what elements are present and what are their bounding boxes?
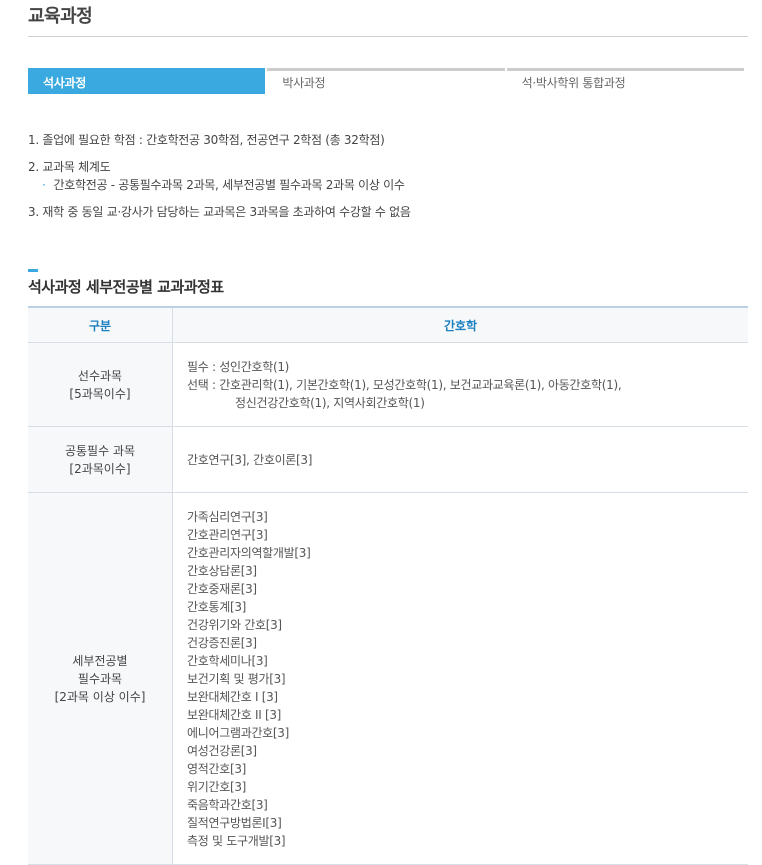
row-category: 공통필수 과목 [2과목이수] — [28, 426, 173, 493]
note-limit: 3. 재학 중 동일 교·강사가 담당하는 교과목은 3과목을 초과하여 수강할… — [28, 205, 411, 219]
course-item: 위기간호[3] — [187, 779, 247, 794]
section-title: 석사과정 세부전공별 교과과정표 — [28, 278, 224, 296]
course-item: 보완대체간호 I [3] — [187, 689, 278, 704]
course-item: 보완대체간호 II [3] — [187, 707, 282, 722]
category-line: 선수과목 — [77, 368, 123, 383]
tab-doctoral[interactable]: 박사과정 — [267, 68, 505, 94]
curriculum-table: 구분 간호학 선수과목 [5과목이수] 필수 : 성인간호학(1) 선택 : 간… — [28, 306, 748, 865]
note-curriculum-sub: · 간호학전공 - 공통필수과목 2과목, 세부전공별 필수과목 2과목 이상 이… — [28, 176, 405, 193]
table-row: 공통필수 과목 [2과목이수] 간호연구[3], 간호이론[3] — [28, 426, 748, 493]
course-item: 건강위기와 간호[3] — [187, 617, 282, 632]
table-header-row: 구분 간호학 — [28, 307, 748, 343]
course-item: 간호관리연구[3] — [187, 527, 268, 542]
category-line: [5과목이수] — [69, 386, 131, 401]
course-item: 여성건강론[3] — [187, 743, 257, 758]
course-item: 간호학세미나[3] — [187, 653, 268, 668]
category-line: 필수과목 — [77, 671, 123, 686]
course-item: 영적간호[3] — [187, 761, 247, 776]
category-line: 공통필수 과목 — [64, 443, 136, 458]
table-row: 세부전공별 필수과목 [2과목 이상 이수] 가족심리연구[3] 간호관리연구[… — [28, 492, 748, 865]
elective-courses-cont: 정신건강간호학(1), 지역사회간호학(1) — [235, 395, 425, 410]
title-divider — [28, 36, 748, 37]
course-item: 죽음학과간호[3] — [187, 797, 268, 812]
course-item: 간호중재론[3] — [187, 581, 257, 596]
program-tabs: 석사과정 박사과정 석·박사학위 통합과정 — [28, 68, 744, 94]
category-line: 세부전공별 — [72, 653, 128, 668]
row-category: 선수과목 [5과목이수] — [28, 342, 173, 427]
required-courses: 필수 : 성인간호학(1) — [187, 359, 290, 374]
course-item: 간호통계[3] — [187, 599, 247, 614]
course-item: 질적연구방법론I[3] — [187, 815, 282, 830]
table-row: 선수과목 [5과목이수] 필수 : 성인간호학(1) 선택 : 간호관리학(1)… — [28, 342, 748, 427]
course-item: 간호상담론[3] — [187, 563, 257, 578]
category-line: [2과목이수] — [69, 461, 131, 476]
note-curriculum-sub-text: 간호학전공 - 공통필수과목 2과목, 세부전공별 필수과목 2과목 이상 이수 — [53, 178, 405, 192]
row-content: 간호연구[3], 간호이론[3] — [172, 426, 748, 493]
row-content: 필수 : 성인간호학(1) 선택 : 간호관리학(1), 기본간호학(1), 모… — [172, 342, 748, 427]
course-item: 측정 및 도구개발[3] — [187, 833, 286, 848]
category-line: [2과목 이상 이수] — [54, 689, 146, 704]
course-item: 에니어그램과간호[3] — [187, 725, 290, 740]
note-credits: 1. 졸업에 필요한 학점 : 간호학전공 30학점, 전공연구 2학점 (총 … — [28, 133, 385, 147]
section-accent — [28, 269, 38, 272]
header-category: 구분 — [28, 307, 173, 343]
note-curriculum: 2. 교과목 체계도 — [28, 160, 111, 174]
row-category: 세부전공별 필수과목 [2과목 이상 이수] — [28, 492, 173, 865]
elective-courses: 선택 : 간호관리학(1), 기본간호학(1), 모성간호학(1), 보건교과교… — [187, 377, 622, 392]
row-content: 가족심리연구[3] 간호관리연구[3] 간호관리자의역할개발[3] 간호상담론[… — [172, 492, 748, 865]
course-item: 보건기획 및 평가[3] — [187, 671, 286, 686]
course-item: 건강증진론[3] — [187, 635, 257, 650]
header-nursing: 간호학 — [172, 307, 748, 343]
tab-integrated[interactable]: 석·박사학위 통합과정 — [506, 68, 744, 94]
tab-masters[interactable]: 석사과정 — [28, 68, 266, 94]
bullet-icon: · — [42, 178, 46, 192]
course-item: 간호관리자의역할개발[3] — [187, 545, 311, 560]
page-title: 교육과정 — [28, 6, 93, 27]
course-item: 가족심리연구[3] — [187, 509, 268, 524]
